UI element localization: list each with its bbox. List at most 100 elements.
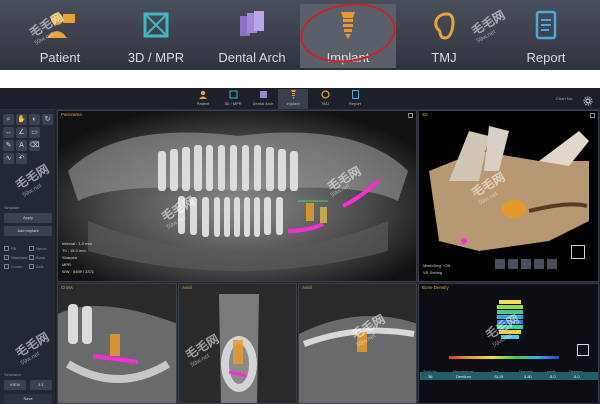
dental-arch-icon: [259, 91, 267, 98]
fill-checkbox-label: Fill: [11, 246, 17, 251]
toolbar-patient-label: Patient: [39, 50, 81, 65]
cross-section-3-title: Axial: [302, 285, 312, 290]
mpr-cube-icon: [229, 90, 237, 99]
apply-button[interactable]: Apply: [4, 213, 52, 223]
pan-tool-icon[interactable]: ✋: [16, 114, 27, 125]
tmj-ear-icon: [434, 12, 455, 40]
nerve-checkbox-label: Nerve: [36, 246, 47, 251]
panorama-annotation-ww: WW : 5459 / 3371: [62, 269, 95, 274]
panorama-annotation-mpr: MPR: [62, 262, 71, 267]
undo-icon[interactable]: ↶: [16, 153, 27, 164]
add-implant-button[interactable]: Add Implant: [4, 226, 52, 236]
simulate-section-label: Simulate: [4, 205, 20, 210]
nerve-tool-icon[interactable]: ∿: [3, 153, 14, 164]
simulator-label: Simulator: [4, 372, 21, 377]
axis-checkbox-label: Axis: [36, 264, 44, 269]
header-3d-mpr-label: 3D / MPR: [224, 101, 242, 106]
toolbar-dental-arch[interactable]: Dental Arch: [204, 4, 300, 68]
header-report[interactable]: Report: [340, 89, 370, 109]
panorama-annotation-sharpen: Sharpen: [62, 255, 78, 260]
eraser-icon[interactable]: ⌫: [29, 140, 40, 151]
toolbar-report[interactable]: Report: [498, 4, 594, 68]
toolbar-3d-mpr-label: 3D / MPR: [127, 50, 185, 65]
standard-checkbox[interactable]: [4, 255, 9, 260]
crown-checkbox-label: Crown: [11, 264, 23, 269]
panorama-image: [58, 111, 416, 281]
panorama-view[interactable]: Panorama Interval : 1.0 mm Th : 15.0 mm …: [57, 110, 417, 282]
header-3d-mpr[interactable]: 3D / MPR: [218, 89, 248, 109]
header-implant-label: Implant: [286, 101, 300, 106]
fill-checkbox[interactable]: [4, 246, 9, 251]
3d-view-title: 3D: [422, 112, 428, 117]
standard-checkbox-label: Standard: [11, 255, 28, 260]
settings-icon[interactable]: [583, 93, 593, 106]
cell-length: 8.0: [550, 374, 556, 379]
3d-legend-mesh: Mesh/Seg : ON: [423, 263, 451, 268]
maximize-icon[interactable]: [590, 113, 595, 118]
app-header: Patient 3D / MPR Dental Arch Implant TMJ…: [0, 88, 600, 110]
zoom-tool-icon[interactable]: ⌕: [3, 114, 14, 125]
cross-section-view-1[interactable]: Cross: [57, 283, 177, 404]
bone-density-title: Bone Density: [422, 285, 449, 290]
toolbar-tmj-label: TMJ: [431, 50, 457, 65]
bone-checkbox[interactable]: [29, 255, 34, 260]
cell-distance: 8.0: [574, 374, 580, 379]
top-toolbar: Patient 3D / MPR Dental Arch Implant TMJ: [0, 0, 600, 70]
toolbar-3d-mpr[interactable]: 3D / MPR: [108, 4, 204, 68]
orientation-cube-icon[interactable]: [577, 344, 589, 356]
right-view-icon[interactable]: [521, 259, 531, 269]
left-view-icon[interactable]: [508, 259, 518, 269]
3d-view[interactable]: 3D Mesh/Seg : ON VR Setting: [418, 110, 599, 282]
orientation-cube-icon[interactable]: [571, 245, 585, 259]
face-view-icon[interactable]: [495, 259, 505, 269]
cell-type: SL15: [494, 374, 504, 379]
cell-tooth: 36: [428, 374, 433, 379]
app-window: Patient 3D / MPR Dental Arch Implant TMJ…: [0, 88, 600, 404]
chart-no-label: Chart No.: [556, 96, 574, 101]
dental-arch-icon: [240, 11, 264, 36]
header-dental-arch[interactable]: Dental Arch: [248, 89, 278, 109]
bone-checkbox-label: Bone: [36, 255, 46, 260]
cell-manufacturer: Dentium: [456, 374, 471, 379]
window-level-icon[interactable]: ◐: [29, 114, 40, 125]
report-icon: [351, 90, 359, 99]
view-button[interactable]: VIEW: [4, 380, 26, 390]
mpr-cube-icon: [143, 12, 169, 38]
panorama-annotation-interval: Interval : 1.0 mm: [62, 241, 92, 246]
rotate-icon[interactable]: ↻: [42, 114, 53, 125]
cross-section-2-title: Axial: [182, 285, 192, 290]
bone-density-view[interactable]: Bone Density Tooth No. Manufacturer Type…: [418, 283, 599, 404]
header-patient-label: Patient: [196, 101, 210, 106]
measure-icon[interactable]: ↔: [3, 127, 14, 138]
header-report-label: Report: [348, 101, 361, 106]
implant-screw-icon: [290, 90, 296, 99]
header-implant[interactable]: Implant: [278, 89, 308, 109]
3d-legend-vr: VR Setting: [423, 270, 443, 275]
ratio-button[interactable]: 4:1: [30, 380, 52, 390]
header-tmj[interactable]: TMJ: [310, 89, 340, 109]
patient-icon: [198, 90, 207, 99]
text-icon[interactable]: A: [16, 140, 27, 151]
table-row[interactable]: 36 Dentium SL15 3.80 8.0 8.0: [420, 372, 598, 380]
maximize-icon[interactable]: [408, 113, 413, 118]
nerve-checkbox[interactable]: [29, 246, 34, 251]
header-patient[interactable]: Patient: [188, 89, 218, 109]
header-tmj-label: TMJ: [321, 101, 329, 106]
toolbar-report-label: Report: [526, 50, 566, 65]
header-dental-arch-label: Dental Arch: [252, 101, 274, 106]
draw-icon[interactable]: ✎: [3, 140, 14, 151]
report-icon: [535, 10, 557, 40]
panorama-annotation-thickness: Th : 15.0 mm: [62, 248, 86, 253]
save-button[interactable]: Save: [4, 394, 52, 404]
top-view-icon[interactable]: [534, 259, 544, 269]
panorama-title: Panorama: [61, 112, 82, 117]
bottom-view-icon[interactable]: [547, 259, 557, 269]
cell-diameter: 3.80: [524, 374, 532, 379]
cross-section-image-1: [58, 284, 176, 403]
axis-checkbox[interactable]: [29, 264, 34, 269]
cross-section-1-title: Cross: [61, 285, 73, 290]
angle-icon[interactable]: ∠: [16, 127, 27, 138]
area-icon[interactable]: ▭: [29, 127, 40, 138]
crown-checkbox[interactable]: [4, 264, 9, 269]
toolbar-dental-arch-label: Dental Arch: [218, 50, 286, 65]
